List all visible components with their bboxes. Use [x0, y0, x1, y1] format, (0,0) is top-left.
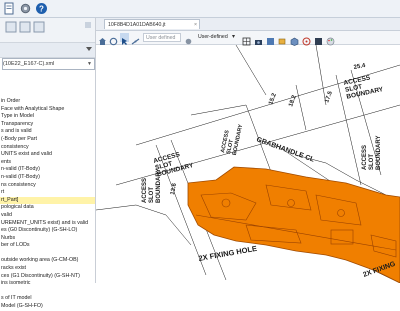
home-view-icon[interactable]	[98, 33, 107, 45]
tree-item[interactable]: Type in Model	[0, 113, 95, 121]
dimension-a: 15.2	[268, 92, 278, 106]
svg-text:?: ?	[39, 5, 44, 14]
tree-item[interactable]: UREMENT_UNITS exist) and is valid	[0, 220, 95, 228]
fixing-hole-label: 2X FIXING HOLE	[198, 244, 258, 263]
file-tab-label: 10F8B4D1A01DAB640.jt	[108, 22, 166, 28]
document-tabbar: 10F8B4D1A01DAB640.jt ×	[96, 18, 400, 31]
tree-item[interactable]: valid	[0, 212, 95, 220]
style-combo-active[interactable]: User-defined	[196, 33, 232, 42]
tree-item[interactable]: s of IT model	[0, 295, 95, 303]
tree-item[interactable]	[0, 250, 95, 258]
gear-icon[interactable]	[19, 2, 32, 15]
dimension-e: 13.6	[170, 182, 178, 195]
tree-item[interactable]: ns consistency	[0, 182, 95, 190]
access-slot-5-text-3: BOUNDARY	[232, 123, 245, 155]
access-slot-3-text-3: BOUNDARY	[156, 169, 162, 203]
cube-icon[interactable]	[290, 33, 299, 46]
model-selector-value: (10E22_E167-C).xml	[3, 61, 55, 67]
rotate-icon[interactable]	[109, 33, 118, 46]
tree-item[interactable]: ins isometric	[0, 280, 95, 288]
part-body[interactable]	[187, 166, 400, 283]
drawing-viewport[interactable]: ACCESS SLOT BOUNDARY ACCESS SLOT BOUNDAR…	[96, 45, 400, 283]
viewer-panel: 10F8B4D1A01DAB640.jt × User defined User…	[96, 18, 400, 283]
tree-item[interactable]	[0, 288, 95, 296]
tree-item[interactable]: in Order	[0, 98, 95, 106]
tree-item[interactable]: UNITS exist and valid	[0, 151, 95, 159]
access-slot-label-right: ACCESS SLOT BOUNDARY	[362, 136, 382, 170]
tree-item[interactable]: rt	[0, 189, 95, 197]
tree-item[interactable]: outside working area (G-CM-OB)	[0, 257, 95, 265]
access-slot-3-text-2: SLOT	[149, 187, 155, 203]
left-panel-toolbar	[0, 18, 95, 43]
help-icon[interactable]: ?	[35, 2, 48, 15]
tree-item[interactable]: ents	[0, 159, 95, 167]
chevron-down-icon[interactable]: ▼	[87, 59, 92, 69]
tree-item[interactable]: s and is valid	[0, 128, 95, 136]
camera-icon[interactable]	[254, 33, 263, 45]
app-toolbar: ?	[0, 0, 400, 18]
grab-handle-label: GRABHANDLE CL	[255, 136, 315, 164]
pin-icon[interactable]	[0, 43, 95, 57]
document-icon[interactable]	[3, 2, 16, 15]
check-tree: in Order Face with Analytical Shape Type i…	[0, 98, 95, 311]
access-slot-4-text-1: ACCESS	[362, 145, 368, 170]
select-icon[interactable]	[120, 33, 129, 45]
tree-item[interactable]: es (G0 Discontinuity) (G-SH-LO)	[0, 227, 95, 235]
access-slot-label-vertical: ACCESS SLOT BOUNDARY	[142, 169, 162, 203]
measure-icon[interactable]	[131, 33, 140, 45]
settings-icon[interactable]	[184, 33, 193, 45]
file-tab[interactable]: 10F8B4D1A01DAB640.jt ×	[104, 19, 200, 29]
close-icon[interactable]: ×	[194, 20, 197, 29]
left-panel-header	[0, 43, 95, 58]
tree-item[interactable]: Model (G-SH-FO)	[0, 303, 95, 311]
tree-item[interactable]: racks exist	[0, 265, 95, 273]
tree-item[interactable]: pological data	[0, 204, 95, 212]
dimension-d: 25.4	[353, 63, 366, 71]
model-selector[interactable]: (10E22_E167-C).xml ▼	[2, 58, 95, 70]
tree-item[interactable]: (-Body per Part	[0, 136, 95, 144]
check-tree-panel: (10E22_E167-C).xml ▼ in Order Face with A…	[0, 18, 96, 309]
access-slot-4-text-2: SLOT	[369, 154, 375, 170]
technical-drawing[interactable]: ACCESS SLOT BOUNDARY ACCESS SLOT BOUNDAR…	[96, 45, 400, 283]
tree-item[interactable]: rt_Part]	[0, 196, 95, 205]
image-icon[interactable]	[266, 33, 275, 45]
access-slot-3-text-1: ACCESS	[142, 178, 148, 203]
tree-item[interactable]: ber of LODs	[0, 242, 95, 250]
access-slot-label-center: ACCESS SLOT BOUNDARY	[220, 123, 245, 155]
tree-item[interactable]: consistency	[0, 144, 95, 152]
tree-item[interactable]: Face with Analytical Shape	[0, 106, 95, 114]
left-panel-toolbar-icons[interactable]	[0, 18, 95, 42]
grid-icon[interactable]	[242, 33, 251, 46]
style-combo[interactable]: User defined	[143, 33, 181, 42]
viewer-toolbar: User defined User-defined ▾	[96, 31, 400, 46]
tree-item[interactable]: Nurbs	[0, 235, 95, 243]
chevron-down-icon[interactable]: ▾	[232, 33, 241, 42]
tree-item[interactable]: n-valid (IT-Body)	[0, 174, 95, 182]
access-slot-4-text-3: BOUNDARY	[376, 136, 382, 170]
palette-icon[interactable]	[326, 33, 335, 46]
tree-item[interactable]: Transparency	[0, 121, 95, 129]
dimension-c: 17.5	[324, 90, 334, 104]
target-icon[interactable]	[302, 33, 311, 46]
section-icon[interactable]	[314, 33, 323, 45]
tree-item[interactable]: ces (G1 Discontinuity) (G-SH-NT)	[0, 273, 95, 281]
layers-icon[interactable]	[278, 33, 287, 45]
tree-item[interactable]: n-valid (IT-Body)	[0, 166, 95, 174]
access-slot-label-top: ACCESS SLOT BOUNDARY	[343, 74, 385, 100]
